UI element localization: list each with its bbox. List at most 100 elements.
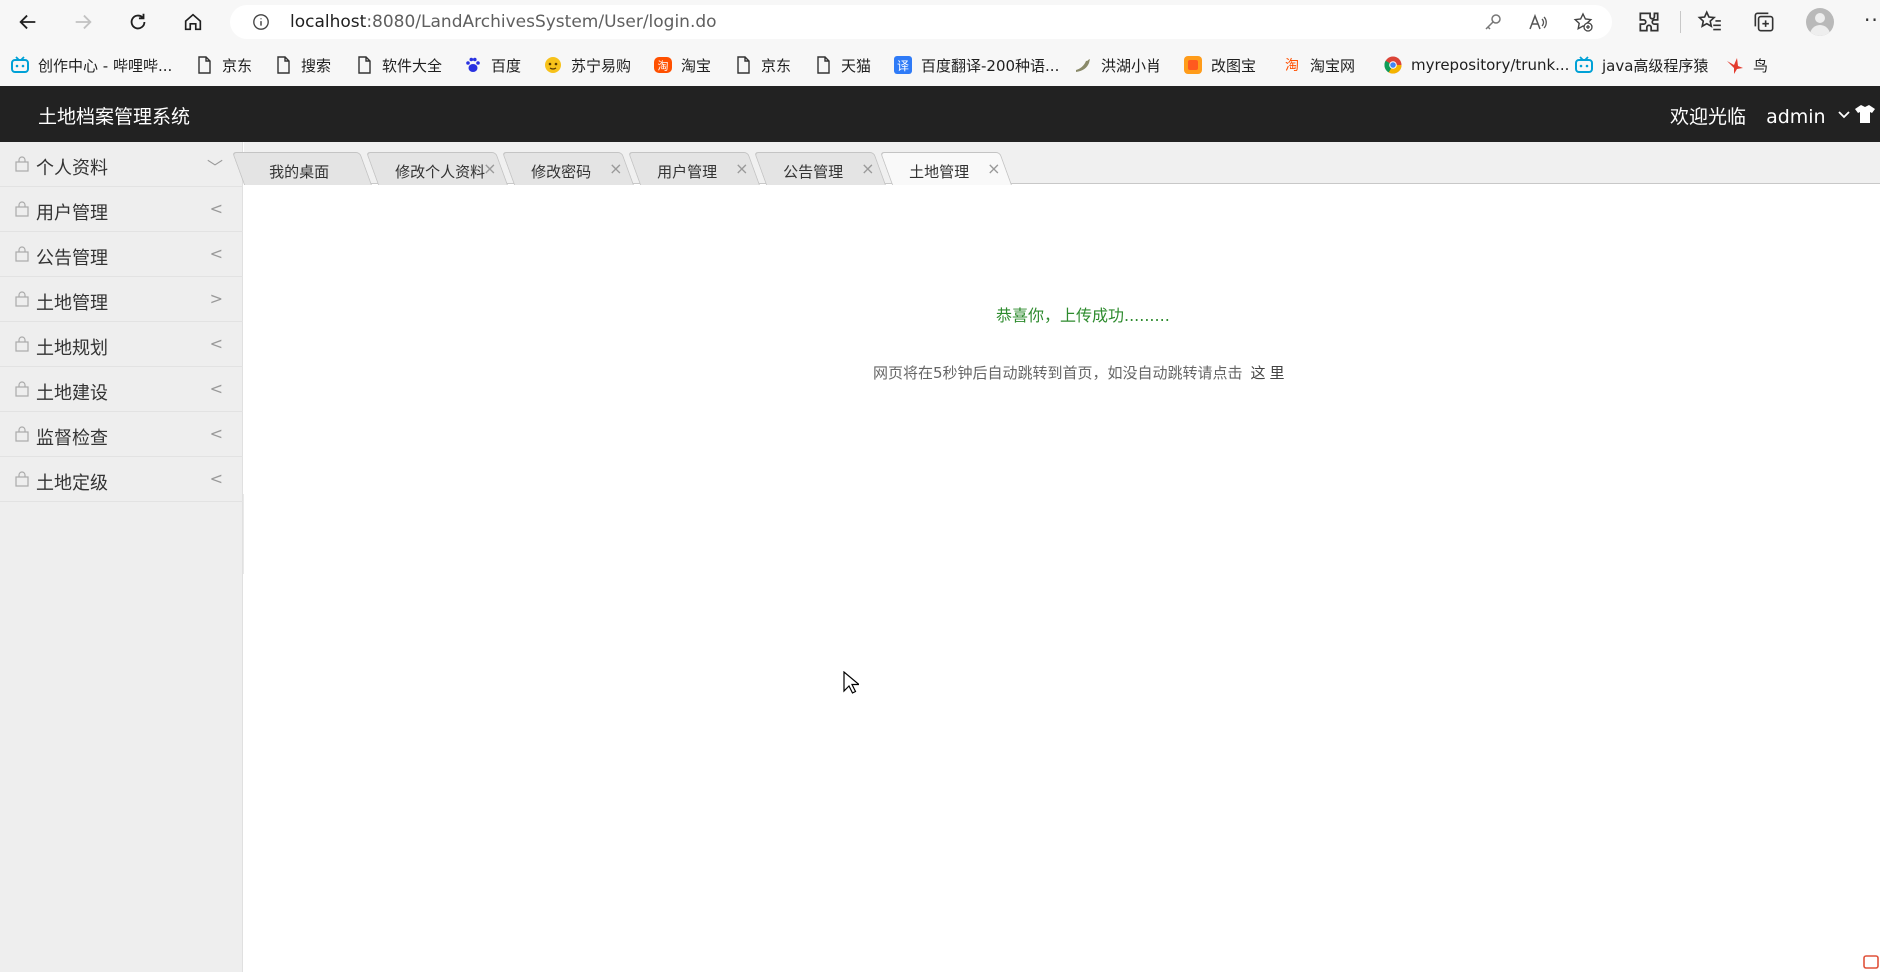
bookmark-item[interactable]: 淘 淘宝网	[1282, 53, 1355, 77]
bag-icon	[15, 246, 29, 262]
redirect-notice: 网页将在5秒钟后自动跳转到首页，如没自动跳转请点击 这里	[873, 362, 1289, 383]
bilibili-icon	[10, 55, 30, 75]
close-icon[interactable]: ×	[483, 159, 496, 178]
sidebar-item-land[interactable]: 土地管理 >	[0, 277, 243, 322]
sidebar-item-users[interactable]: 用户管理 <	[0, 187, 243, 232]
tab-edit-profile[interactable]: 修改个人资料 ×	[365, 152, 508, 185]
tab-user-management[interactable]: 用户管理 ×	[627, 152, 760, 185]
bookmark-item[interactable]: 改图宝	[1183, 53, 1256, 77]
bookmark-item[interactable]: myrepository/trunk...	[1383, 53, 1569, 77]
extensions-icon[interactable]	[1636, 9, 1662, 35]
bookmark-item[interactable]: 译 百度翻译-200种语...	[893, 53, 1059, 77]
bookmark-label: 京东	[222, 56, 253, 75]
sidebar-item-land-planning[interactable]: 土地规划 <	[0, 322, 243, 367]
back-arrow-icon	[19, 14, 36, 30]
close-icon[interactable]: ×	[987, 159, 1000, 178]
baidu-paw-icon	[463, 55, 483, 75]
bookmark-item[interactable]: 百度	[463, 53, 521, 77]
chevron-right-icon: >	[209, 289, 223, 308]
corner-badge-icon	[1863, 955, 1879, 969]
sidebar-item-land-construction[interactable]: 土地建设 <	[0, 367, 243, 412]
bookmark-label: 改图宝	[1211, 56, 1257, 75]
tab-notice-management[interactable]: 公告管理 ×	[753, 152, 886, 185]
chevron-left-icon: <	[209, 424, 223, 443]
bag-icon	[15, 201, 29, 217]
toolbar-separator	[1680, 11, 1681, 33]
chevron-down-icon: ﹀	[206, 158, 223, 177]
bag-icon	[15, 291, 29, 307]
app-header: 土地档案管理系统 欢迎光临 admin	[0, 86, 1880, 142]
main-content: 恭喜你，上传成功......... 网页将在5秒钟后自动跳转到首页，如没自动跳转…	[244, 185, 1880, 972]
close-icon[interactable]: ×	[609, 159, 622, 178]
bag-icon	[15, 381, 29, 397]
back-button[interactable]	[12, 6, 44, 38]
bookmark-label: 苏宁易购	[571, 56, 632, 75]
site-info-icon[interactable]	[252, 13, 270, 31]
bookmark-item[interactable]: 搜索	[273, 53, 331, 77]
chevron-left-icon: <	[209, 199, 223, 218]
bookmark-item[interactable]: 淘 淘宝	[653, 53, 711, 77]
bookmark-label: 搜索	[301, 56, 332, 75]
taobao-icon: 淘	[1282, 55, 1302, 75]
sidebar: 个人资料 ﹀ 用户管理 < 公告管理 < 土地管理 > 土地规划 < 土地建设 …	[0, 142, 243, 972]
tab-label: 公告管理	[783, 163, 844, 181]
sidebar-item-label: 土地建设	[36, 383, 108, 404]
tab-label: 修改个人资料	[395, 163, 486, 181]
profile-avatar-icon[interactable]	[1806, 8, 1834, 36]
theme-shirt-icon[interactable]	[1853, 102, 1877, 126]
redirect-link[interactable]: 这里	[1251, 364, 1289, 382]
bookmark-label: 淘宝	[681, 56, 712, 75]
bookmark-item[interactable]: 软件大全	[354, 53, 442, 77]
url-text[interactable]: localhost:8080/LandArchivesSystem/User/l…	[290, 12, 717, 32]
tab-label: 用户管理	[657, 163, 718, 181]
bookmark-label: 京东	[761, 56, 792, 75]
read-aloud-icon[interactable]	[1528, 12, 1548, 32]
address-bar[interactable]: localhost:8080/LandArchivesSystem/User/l…	[230, 5, 1612, 39]
bag-icon	[15, 156, 29, 172]
forward-button[interactable]	[67, 6, 99, 38]
add-favorite-icon[interactable]	[1573, 12, 1593, 32]
page-icon	[733, 55, 753, 75]
url-host: localhost	[290, 12, 367, 32]
bookmark-item[interactable]: 苏宁易购	[543, 53, 631, 77]
bag-icon	[15, 336, 29, 352]
bookmark-item[interactable]: java高级程序猿	[1574, 53, 1708, 77]
suning-icon	[543, 55, 563, 75]
chevron-left-icon: <	[209, 469, 223, 488]
sidebar-item-supervision[interactable]: 监督检查 <	[0, 412, 243, 457]
bookmark-label: 鸟	[1753, 56, 1769, 75]
taobao-icon: 淘	[653, 55, 673, 75]
chevron-left-icon: <	[209, 244, 223, 263]
home-button[interactable]	[177, 6, 209, 38]
svg-text:淘: 淘	[658, 60, 669, 73]
close-icon[interactable]: ×	[861, 159, 874, 178]
bookmark-item[interactable]: 洪湖小肖	[1073, 53, 1161, 77]
bookmark-item[interactable]: 京东	[194, 53, 252, 77]
more-options-icon[interactable]: ···	[1864, 8, 1880, 32]
sidebar-item-land-grading[interactable]: 土地定级 <	[0, 457, 243, 502]
bilibili-icon	[1574, 55, 1594, 75]
bookmark-item[interactable]: 创作中心 - 哔哩哔...	[10, 53, 172, 77]
user-menu[interactable]: 欢迎光临 admin	[1670, 102, 1850, 129]
password-key-icon[interactable]	[1483, 12, 1503, 32]
svg-text:译: 译	[897, 59, 909, 73]
collections-icon[interactable]	[1751, 9, 1777, 35]
favorites-icon[interactable]	[1697, 9, 1723, 35]
tab-change-password[interactable]: 修改密码 ×	[501, 152, 634, 185]
tab-my-desktop[interactable]: 我的桌面	[231, 152, 372, 185]
translate-icon: 译	[893, 55, 913, 75]
tab-label: 土地管理	[909, 163, 970, 181]
sidebar-item-profile[interactable]: 个人资料 ﹀	[0, 142, 243, 187]
home-icon	[184, 13, 202, 31]
tab-land-management[interactable]: 土地管理 ×	[879, 152, 1012, 185]
bookmark-item[interactable]: 京东	[733, 53, 791, 77]
sidebar-item-label: 监督检查	[36, 428, 108, 449]
sidebar-item-notices[interactable]: 公告管理 <	[0, 232, 243, 277]
sidebar-item-label: 用户管理	[36, 203, 108, 224]
mouse-cursor-icon	[843, 671, 859, 694]
refresh-button[interactable]	[122, 6, 154, 38]
bookmark-item[interactable]: 鸟	[1725, 53, 1768, 77]
close-icon[interactable]: ×	[735, 159, 748, 178]
bookmark-label: 天猫	[841, 56, 872, 75]
bookmark-item[interactable]: 天猫	[813, 53, 871, 77]
